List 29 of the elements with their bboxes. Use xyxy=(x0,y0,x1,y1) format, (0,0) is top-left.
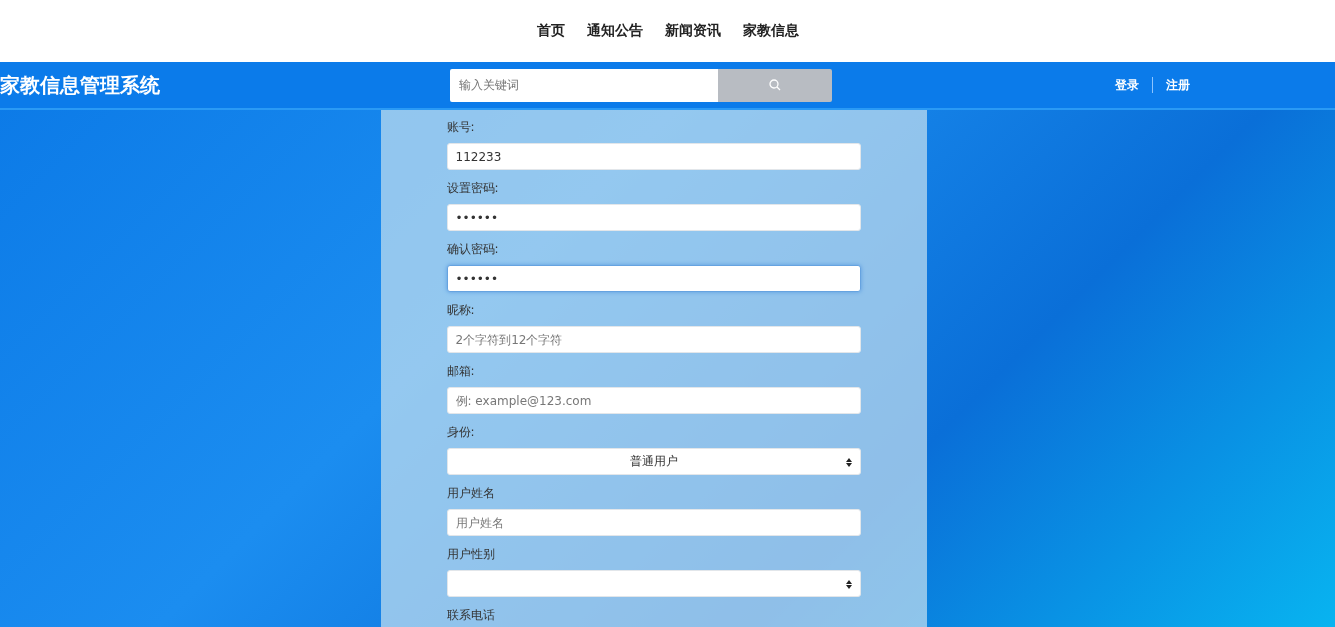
nav-link[interactable]: 通知公告 xyxy=(586,22,643,40)
header-link[interactable]: 登录 xyxy=(1102,76,1152,94)
input-field[interactable]: 用户姓名 xyxy=(446,509,861,536)
field-label: 联系电话 xyxy=(446,607,496,624)
field-label: 确认密码: xyxy=(446,241,500,258)
search-button[interactable] xyxy=(718,68,832,102)
input-field[interactable]: 例: example@123.com xyxy=(446,387,861,414)
field-label: 用户姓名 xyxy=(446,485,496,502)
field-label: 账号: xyxy=(446,119,476,136)
field-label: 昵称: xyxy=(446,302,476,319)
field-label: 设置密码: xyxy=(446,180,500,197)
nav-link[interactable]: 首页 xyxy=(536,22,565,40)
nav-link[interactable]: 新闻资讯 xyxy=(664,22,721,40)
select-field[interactable]: 普通用户 xyxy=(446,448,861,475)
search-icon xyxy=(769,79,781,91)
field-label: 用户性别 xyxy=(446,546,496,563)
input-field[interactable]: 112233 xyxy=(446,143,861,170)
input-field[interactable]: •••••• xyxy=(446,204,861,231)
sort-caret-icon xyxy=(845,580,852,589)
input-field[interactable]: •••••• xyxy=(446,265,861,292)
field-label: 身份: xyxy=(446,424,476,441)
field-label: 邮箱: xyxy=(446,363,476,380)
input-field[interactable]: 2个字符到12个字符 xyxy=(446,326,861,353)
nav-link[interactable]: 家教信息 xyxy=(742,22,799,40)
sort-caret-icon xyxy=(845,458,852,467)
header-link[interactable]: 注册 xyxy=(1153,76,1203,94)
search-field[interactable]: 输入关键词 xyxy=(450,68,718,102)
select-field[interactable] xyxy=(446,570,861,597)
site-title: 家教信息管理系统 xyxy=(0,71,161,99)
